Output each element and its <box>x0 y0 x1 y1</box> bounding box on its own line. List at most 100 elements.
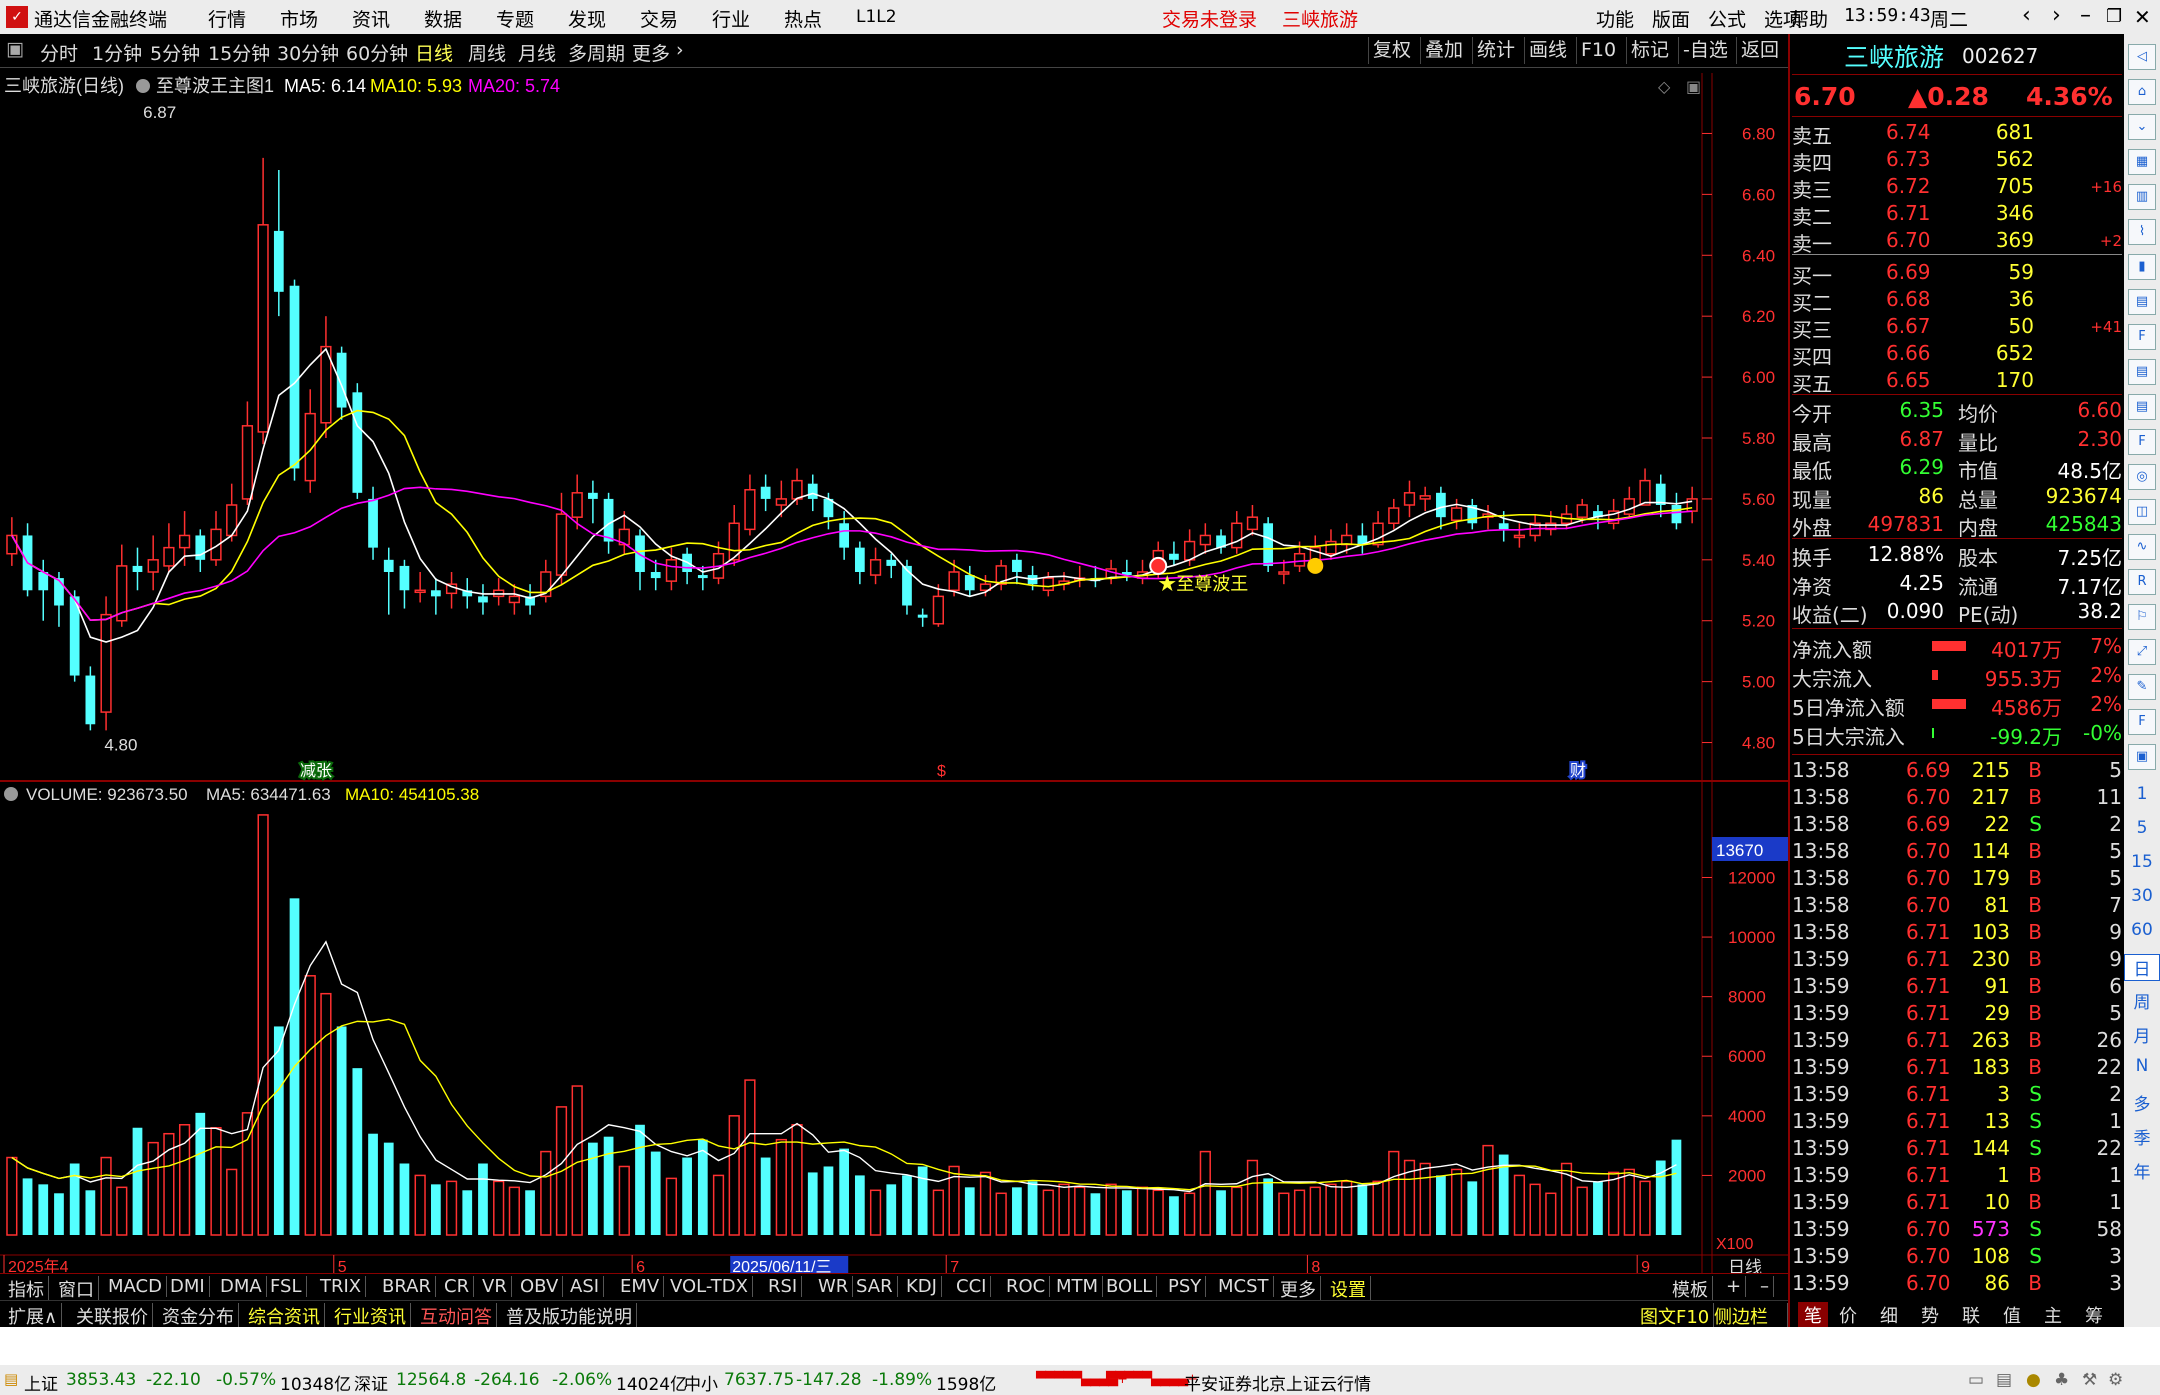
period-daily[interactable]: 日线 <box>415 39 453 66</box>
tick-row[interactable]: 13:59 6.71 3 S 2 <box>1790 1080 2124 1107</box>
panel-toggle-icon[interactable]: ▣ <box>6 38 24 60</box>
fs-icon[interactable]: F <box>2128 709 2156 735</box>
bottom-tab-3[interactable]: 综合资讯 <box>244 1303 325 1329</box>
template-button[interactable]: 模板 <box>1668 1276 1713 1302</box>
tool-watchlist[interactable]: -自选 <box>1678 37 1732 64</box>
indicator-tab-0[interactable]: 指标 <box>4 1276 49 1302</box>
pencil-icon[interactable]: ✎ <box>2128 674 2156 700</box>
book-row[interactable]: 卖五 6.74 681 <box>1790 118 2124 148</box>
indicator-tab-21[interactable]: BOLL <box>1102 1276 1158 1297</box>
circle-icon[interactable]: ◎ <box>2128 464 2156 490</box>
chart-diamond-icon[interactable]: ◇ <box>1658 77 1671 96</box>
flag-icon[interactable]: ⚐ <box>2128 604 2156 630</box>
indicator-tab-19[interactable]: ROC <box>1002 1276 1051 1297</box>
menu-discover[interactable]: 发现 <box>568 5 606 32</box>
home-icon[interactable]: ⌂ <box>2128 79 2156 105</box>
right-tab-7[interactable]: 筹 <box>2085 1302 2103 1328</box>
tick-row[interactable]: 13:59 6.71 183 B 22 <box>1790 1053 2124 1080</box>
book-row[interactable]: 买五 6.65 170 <box>1790 366 2124 396</box>
tick-row[interactable]: 13:58 6.69 22 S 2 <box>1790 810 2124 837</box>
book-row[interactable]: 卖三 6.72 705 +16 <box>1790 172 2124 202</box>
indicator-tab-8[interactable]: CR <box>440 1276 475 1297</box>
indicator-tab-15[interactable]: WR <box>814 1276 854 1297</box>
book-row[interactable]: 卖四 6.73 562 <box>1790 145 2124 175</box>
tool-stats[interactable]: 统计 <box>1472 37 1519 64</box>
window-icon[interactable]: ◫ <box>2128 499 2156 525</box>
tick-row[interactable]: 13:59 6.70 86 B 3 <box>1790 1269 2124 1296</box>
menu-layout[interactable]: 版面 <box>1652 5 1690 32</box>
side-period-11[interactable]: 年 <box>2124 1158 2160 1183</box>
period-1min[interactable]: 1分钟 <box>92 39 142 66</box>
menu-hot[interactable]: 热点 <box>784 5 822 32</box>
right-tab-3[interactable]: 势 <box>1921 1302 1939 1328</box>
down-icon[interactable]: ⌄ <box>2128 114 2156 140</box>
indicator-tab-23[interactable]: MCST <box>1214 1276 1274 1297</box>
menu-news[interactable]: 资讯 <box>352 5 390 32</box>
event-marker-1[interactable]: 减张 <box>298 760 334 782</box>
side-period-0[interactable]: 1 <box>2124 784 2160 804</box>
side-period-1[interactable]: 5 <box>2124 818 2160 838</box>
indicator-tab-14[interactable]: RSI <box>764 1276 803 1297</box>
sh-name[interactable]: 上证 <box>24 1370 58 1395</box>
tool-adjust[interactable]: 复权 <box>1368 37 1415 64</box>
event-marker-2[interactable]: $ <box>937 763 946 780</box>
status-tool-2-icon[interactable]: ▤ <box>1996 1370 2012 1390</box>
signal-dot-icon[interactable] <box>1149 556 1168 575</box>
bottom-tab-5[interactable]: 互动问答 <box>416 1303 497 1329</box>
tick-row[interactable]: 13:59 6.71 10 B 1 <box>1790 1188 2124 1215</box>
bottom-tab-0[interactable]: 扩展∧ <box>4 1303 63 1329</box>
indicator-tab-6[interactable]: TRIX <box>316 1276 367 1297</box>
period-multi[interactable]: 多周期 <box>568 39 625 66</box>
maximize-icon[interactable]: ❐ <box>2106 6 2122 27</box>
indicator-tab-18[interactable]: CCI <box>952 1276 992 1297</box>
report-icon[interactable]: ▤ <box>2128 359 2156 385</box>
bottom-tab-4[interactable]: 行业资讯 <box>330 1303 411 1329</box>
add-indicator-icon[interactable]: + <box>1722 1276 1747 1297</box>
side-period-7[interactable]: 月 <box>2124 1022 2160 1047</box>
indicator-toggle-icon[interactable] <box>136 79 150 93</box>
indicator-tab-24[interactable]: 更多 <box>1276 1276 1321 1302</box>
indicator-tab-17[interactable]: KDJ <box>902 1276 942 1297</box>
menu-l1l2[interactable]: L1L2 <box>856 7 897 27</box>
f10-link[interactable]: 图文F10 <box>1636 1303 1715 1329</box>
indicator-tab-3[interactable]: DMI <box>166 1276 210 1297</box>
side-period-3[interactable]: 30 <box>2124 886 2160 906</box>
indicator-tab-9[interactable]: VR <box>478 1276 512 1297</box>
bottom-tab-1[interactable]: 关联报价 <box>72 1303 153 1329</box>
f10-icon[interactable]: F <box>2128 324 2156 350</box>
book-row[interactable]: 卖一 6.70 369 +2 <box>1790 226 2124 256</box>
indicator-tab-2[interactable]: MACD <box>104 1276 167 1297</box>
indicator-tab-25[interactable]: 设置 <box>1326 1276 1371 1302</box>
side-period-5[interactable]: 日 <box>2124 954 2160 981</box>
status-tool-4-icon[interactable]: ♣ <box>2054 1370 2069 1390</box>
right-tab-0[interactable]: 笔 <box>1798 1302 1828 1328</box>
minimize-icon[interactable]: – <box>2080 3 2091 28</box>
book-row[interactable]: 买一 6.69 59 <box>1790 258 2124 288</box>
server-name[interactable]: 平安证券北京上证云行情 <box>1184 1370 1371 1395</box>
tick-row[interactable]: 13:59 6.71 91 B 6 <box>1790 972 2124 999</box>
remove-indicator-icon[interactable]: – <box>1756 1276 1774 1297</box>
menu-industry[interactable]: 行业 <box>712 5 750 32</box>
indicator-tab-10[interactable]: OBV <box>516 1276 564 1297</box>
tick-row[interactable]: 13:59 6.71 144 S 22 <box>1790 1134 2124 1161</box>
right-tab-4[interactable]: 联 <box>1962 1302 1980 1328</box>
right-tab-6[interactable]: 主 <box>2044 1302 2062 1328</box>
back-icon[interactable]: ‹ <box>2022 3 2031 28</box>
list-icon[interactable]: ▤ <box>2128 289 2156 315</box>
tick-row[interactable]: 13:58 6.71 103 B 9 <box>1790 918 2124 945</box>
period-5min[interactable]: 5分钟 <box>150 39 200 66</box>
forward-icon[interactable]: › <box>2052 3 2061 28</box>
indicator-tab-12[interactable]: EMV <box>616 1276 665 1297</box>
book-row[interactable]: 卖二 6.71 346 <box>1790 199 2124 229</box>
status-tool-5-icon[interactable]: ⚒ <box>2082 1370 2097 1390</box>
period-30min[interactable]: 30分钟 <box>277 39 339 66</box>
menu-market[interactable]: 市场 <box>280 5 318 32</box>
tick-row[interactable]: 13:58 6.70 217 B 11 <box>1790 783 2124 810</box>
tick-row[interactable]: 13:58 6.70 81 B 7 <box>1790 891 2124 918</box>
indicator-tab-7[interactable]: BRAR <box>378 1276 436 1297</box>
indicator-tab-20[interactable]: MTM <box>1052 1276 1104 1297</box>
status-tool-1-icon[interactable]: ▭ <box>1968 1370 1984 1390</box>
side-period-6[interactable]: 周 <box>2124 988 2160 1013</box>
period-weekly[interactable]: 周线 <box>468 39 506 66</box>
chart-window-icon[interactable]: ▣ <box>1686 77 1701 96</box>
